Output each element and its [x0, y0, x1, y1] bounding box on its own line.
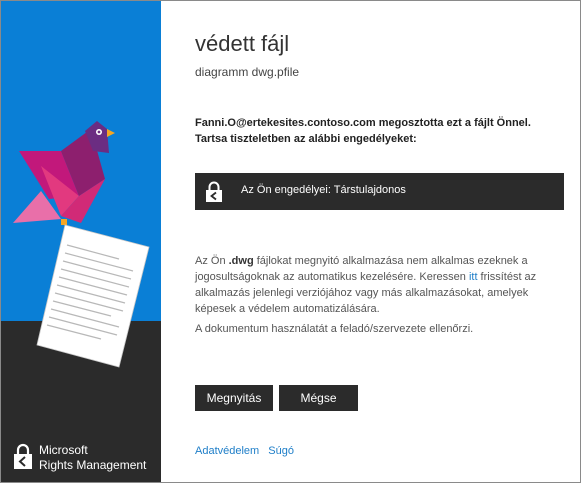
info-text: Az Ön .dwg fájlokat megnyitó alkalmazása…: [195, 255, 537, 315]
brand: Microsoft Rights Management: [11, 441, 161, 477]
dialog-window: Microsoft Rights Management védett fájl …: [0, 0, 581, 483]
cancel-button[interactable]: Mégse: [279, 385, 358, 411]
bird-foot: [61, 219, 67, 225]
lock-icon: [206, 181, 222, 202]
brand-line1: Microsoft: [39, 443, 88, 457]
footer-links: Adatvédelem Súgó: [195, 445, 300, 457]
control-text: A dokumentum használatát a feladó/szerve…: [195, 323, 474, 335]
privacy-link[interactable]: Adatvédelem: [195, 445, 259, 457]
open-button[interactable]: Megnyitás: [195, 385, 273, 411]
main-content: védett fájl diagramm dwg.pfile Fanni.O@e…: [161, 1, 580, 482]
permission-label: Az Ön engedélyei: Társtulajdonos: [241, 184, 406, 196]
permission-bar: Az Ön engedélyei: Társtulajdonos: [195, 173, 564, 210]
brand-line2: Rights Management: [39, 458, 147, 472]
file-name: diagramm dwg.pfile: [195, 65, 300, 79]
file-extension: .dwg: [228, 255, 254, 267]
bird-document-illustration: [13, 121, 150, 368]
rights-management-logo-icon: [14, 443, 32, 469]
help-link[interactable]: Súgó: [268, 445, 294, 457]
share-message: Fanni.O@ertekesites.contoso.com megoszto…: [195, 117, 531, 145]
left-panel: Microsoft Rights Management: [1, 1, 161, 482]
document-illustration: [36, 224, 150, 368]
bird-beak: [107, 129, 115, 137]
page-title: védett fájl: [195, 31, 290, 56]
update-link[interactable]: itt: [469, 271, 478, 283]
